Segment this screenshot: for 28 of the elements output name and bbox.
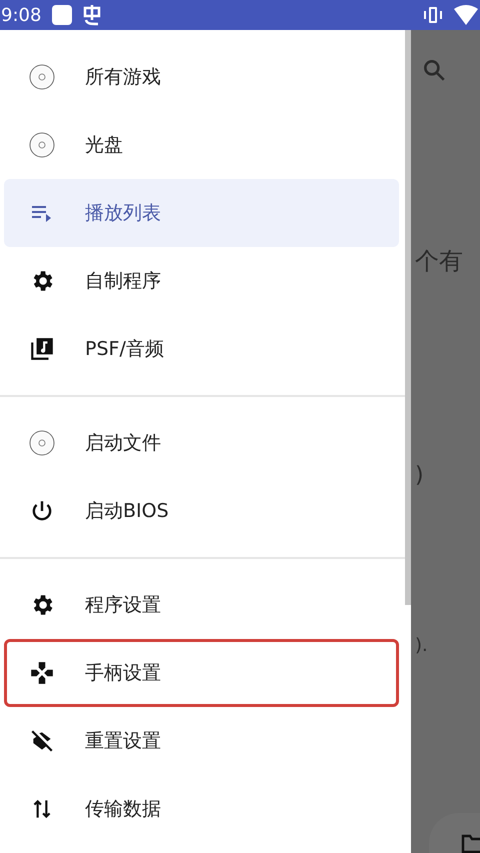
background-text: ). <box>415 634 429 658</box>
search-icon <box>421 57 447 83</box>
drawer-item[interactable]: 播放列表 <box>4 179 399 247</box>
background-text: 个有 <box>415 246 464 277</box>
background-text: ) <box>415 462 425 490</box>
drawer-item[interactable]: PSF/音频 <box>4 315 399 383</box>
drawer-item[interactable]: 所有游戏 <box>4 43 399 111</box>
drawer-item[interactable]: 重置设置 <box>4 707 399 775</box>
status-time: 9:08 <box>1 4 42 28</box>
drawer-item[interactable]: 启动文件 <box>4 409 399 477</box>
gamepad-icon <box>29 660 55 686</box>
disc-icon <box>29 132 55 158</box>
drawer-item[interactable]: 程序设置 <box>4 571 399 639</box>
floating-action-button[interactable] <box>429 813 480 853</box>
drawer-item[interactable]: 光盘 <box>4 111 399 179</box>
layers-off-icon <box>29 728 55 754</box>
disc-icon <box>29 430 55 456</box>
drawer-item[interactable]: 传输数据 <box>4 775 399 843</box>
bug-icon <box>81 4 104 26</box>
folder-icon <box>461 833 480 853</box>
disc-icon <box>29 64 55 90</box>
drawer-item[interactable]: 自制程序 <box>4 247 399 315</box>
notification-icon <box>51 4 74 26</box>
wifi-icon <box>453 4 479 26</box>
music-library-icon <box>29 336 55 362</box>
vibrate-icon <box>421 5 445 25</box>
drawer-item[interactable]: 启动BIOS <box>4 477 399 545</box>
drawer-item[interactable]: 手柄设置 <box>4 639 399 707</box>
